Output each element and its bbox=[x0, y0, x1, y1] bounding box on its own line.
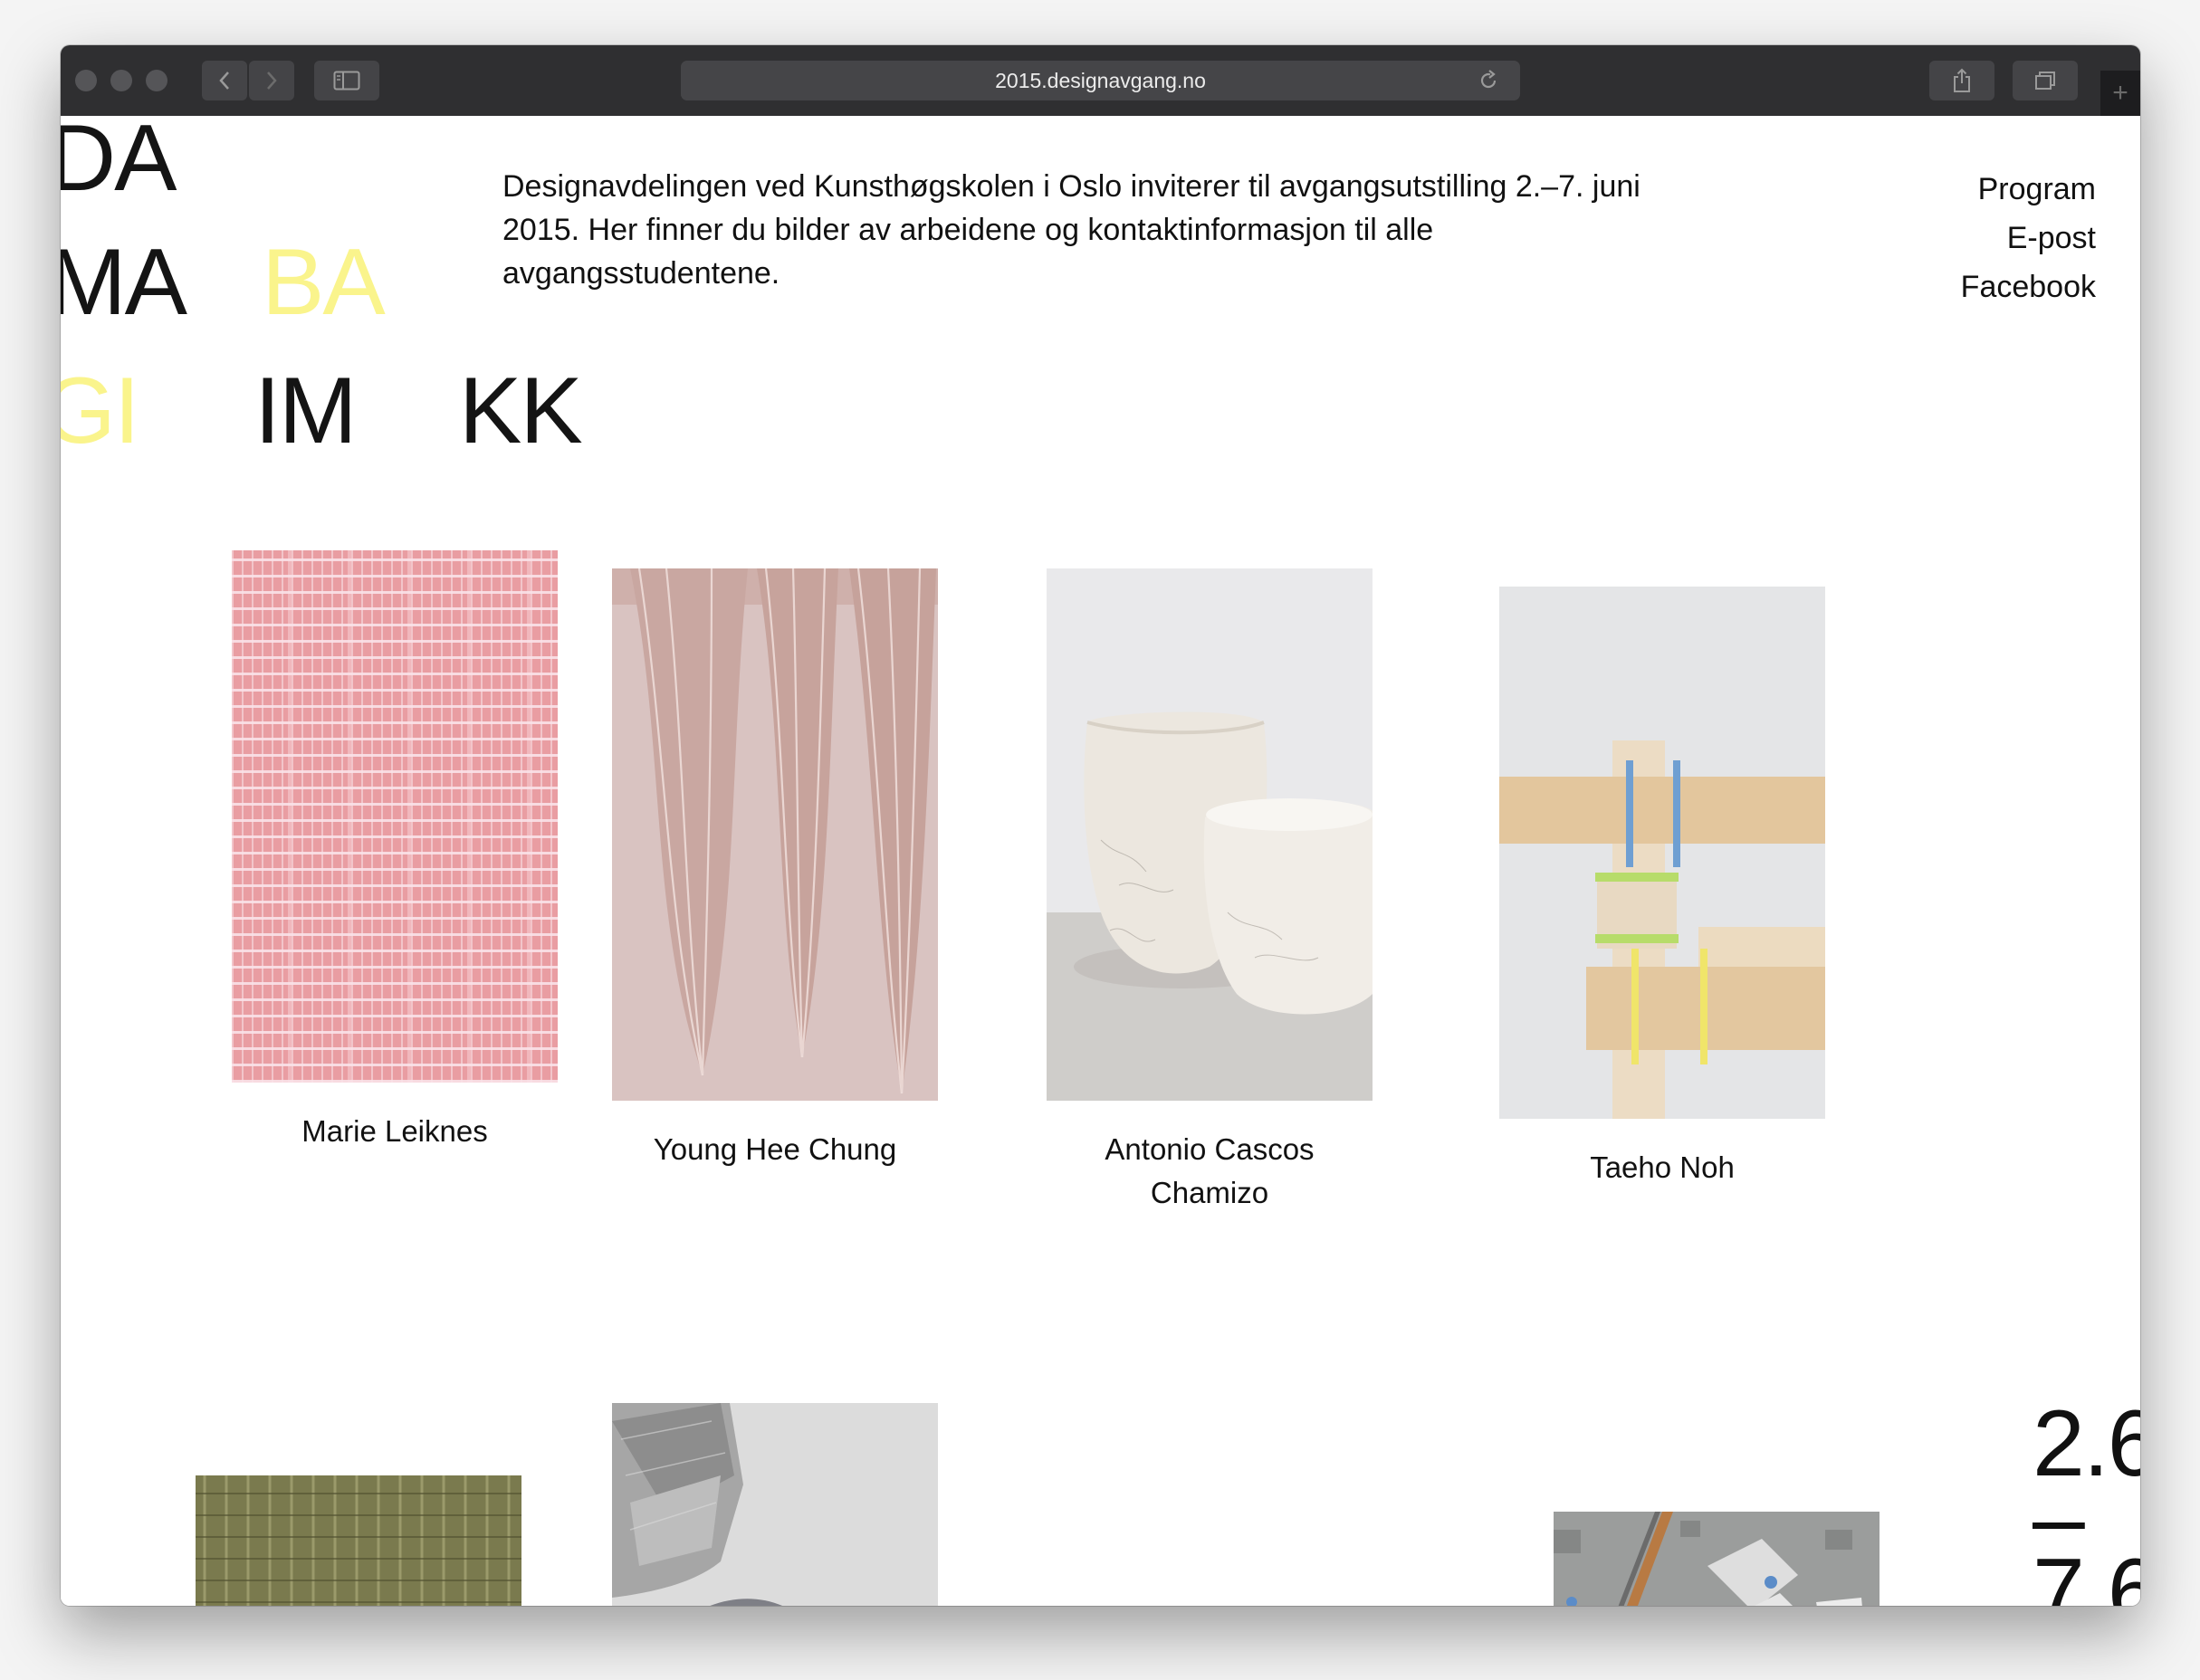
student-image-pleated-fabric bbox=[612, 568, 938, 1101]
department-link-ba[interactable]: BA bbox=[262, 235, 386, 329]
nav-email-link[interactable]: E-post bbox=[1961, 214, 2096, 262]
share-icon bbox=[1954, 68, 1970, 92]
student-card[interactable]: Marie Leiknes bbox=[232, 550, 558, 1153]
zoom-window-button[interactable] bbox=[146, 70, 167, 91]
sidebar-button[interactable] bbox=[314, 61, 379, 100]
web-page: DA MA BA GI IM KK Designavdelingen ved K… bbox=[61, 116, 2140, 1606]
nav-program-link[interactable]: Program bbox=[1961, 165, 2096, 214]
department-link-gi[interactable]: GI bbox=[61, 364, 140, 458]
student-image-aerial-map[interactable] bbox=[1554, 1512, 1880, 1606]
student-image-silver-foil[interactable] bbox=[612, 1403, 938, 1606]
department-link-kk[interactable]: KK bbox=[459, 364, 583, 458]
student-name: Taeho Noh bbox=[1590, 1150, 1735, 1184]
new-tab-button[interactable]: + bbox=[2100, 71, 2140, 116]
tabs-icon bbox=[2035, 72, 2055, 90]
student-card[interactable]: Antonio Cascos Chamizo bbox=[1047, 568, 1373, 1215]
date-end: 7.6 bbox=[2033, 1540, 2140, 1606]
url-text: 2015.designavgang.no bbox=[995, 68, 1206, 92]
department-link-im[interactable]: IM bbox=[254, 364, 358, 458]
department-link-ma[interactable]: MA bbox=[61, 235, 187, 329]
sidebar-icon bbox=[333, 71, 360, 91]
back-icon bbox=[219, 72, 229, 90]
department-link-da[interactable]: DA bbox=[61, 116, 177, 205]
share-button[interactable] bbox=[1929, 61, 1994, 100]
address-bar[interactable]: 2015.designavgang.no bbox=[681, 61, 1520, 100]
reload-icon[interactable] bbox=[1477, 69, 1500, 92]
minimize-window-button[interactable] bbox=[110, 70, 132, 91]
student-name: Marie Leiknes bbox=[301, 1114, 488, 1148]
top-nav: Program E-post Facebook bbox=[1961, 165, 2096, 311]
student-image-ceramic-bowls bbox=[1047, 568, 1373, 1101]
close-window-button[interactable] bbox=[75, 70, 97, 91]
student-card[interactable]: Young Hee Chung bbox=[612, 568, 938, 1171]
student-name: Young Hee Chung bbox=[653, 1132, 897, 1166]
date-start: 2.6 bbox=[2033, 1391, 2140, 1496]
new-tab-icon: + bbox=[2112, 78, 2128, 108]
back-button[interactable] bbox=[202, 61, 247, 100]
student-image-wooden-joint bbox=[1499, 587, 1825, 1119]
student-image-knitted-wool[interactable] bbox=[196, 1475, 521, 1606]
student-image-pink-textile bbox=[232, 550, 558, 1083]
forward-icon bbox=[267, 72, 277, 90]
tabs-overview-button[interactable] bbox=[2013, 61, 2078, 100]
browser-toolbar: 2015.designavgang.no + bbox=[61, 45, 2140, 117]
browser-window: 2015.designavgang.no + DA MA BA GI IM KK… bbox=[61, 45, 2140, 1606]
nav-facebook-link[interactable]: Facebook bbox=[1961, 262, 2096, 311]
intro-text: Designavdelingen ved Kunsthøgskolen i Os… bbox=[502, 169, 1640, 291]
exhibition-dates: 2.6 – 7.6 bbox=[2033, 1397, 2140, 1606]
forward-button[interactable] bbox=[249, 61, 294, 100]
student-card[interactable]: Taeho Noh bbox=[1499, 587, 1825, 1189]
student-name: Antonio Cascos Chamizo bbox=[1105, 1132, 1315, 1209]
